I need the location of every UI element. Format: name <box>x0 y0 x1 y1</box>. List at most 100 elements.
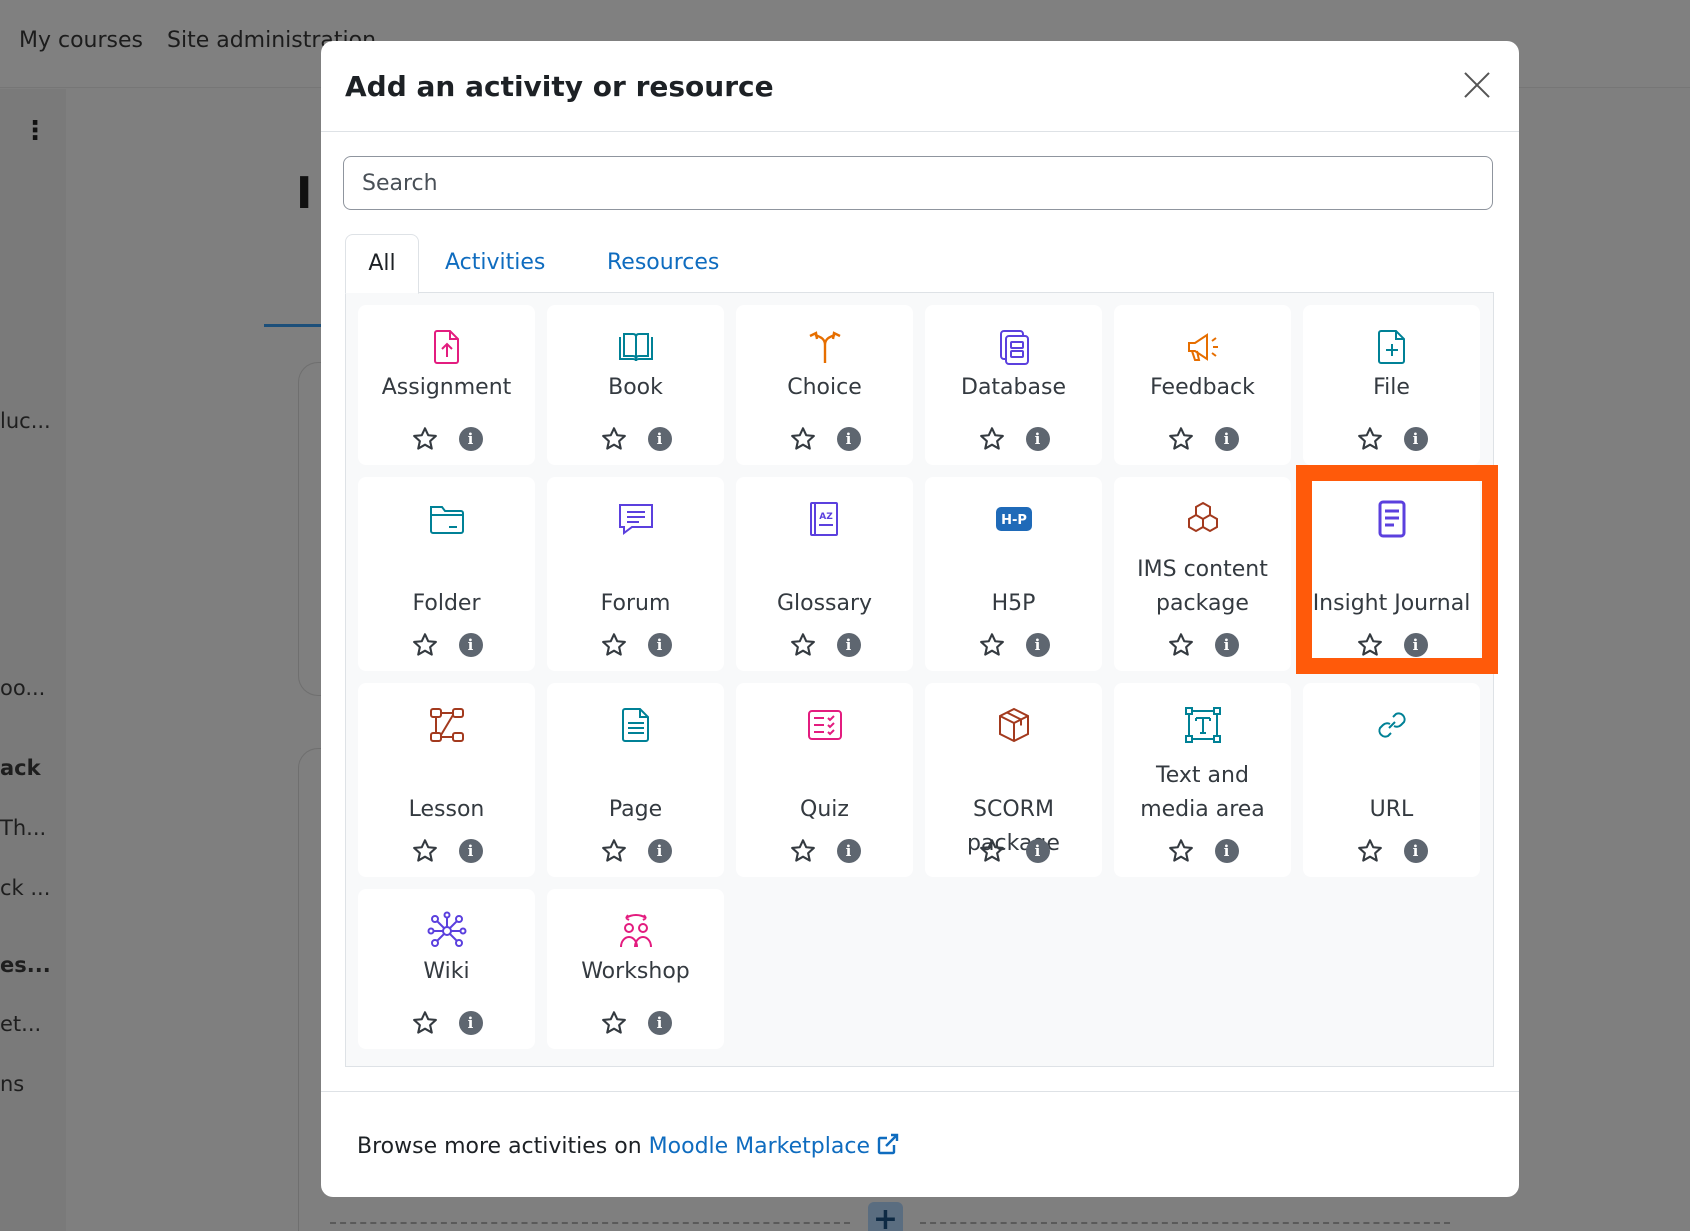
info-icon[interactable]: i <box>1214 633 1239 657</box>
info-icon[interactable]: i <box>1025 839 1050 863</box>
info-icon[interactable]: i <box>836 427 861 451</box>
star-icon[interactable] <box>978 837 1006 865</box>
star-icon[interactable] <box>1167 837 1195 865</box>
star-icon[interactable] <box>411 837 439 865</box>
close-button[interactable] <box>1459 67 1495 103</box>
nav-my-courses[interactable]: My courses <box>19 28 143 53</box>
activity-card-file[interactable]: File i <box>1303 305 1480 465</box>
tab-resources[interactable]: Resources <box>607 234 719 294</box>
star-icon[interactable] <box>789 425 817 453</box>
search-input[interactable] <box>343 156 1493 210</box>
star-icon[interactable] <box>411 425 439 453</box>
activity-name: Feedback <box>1150 375 1255 400</box>
assignment-icon <box>427 327 467 367</box>
activity-card-database[interactable]: Database i <box>925 305 1102 465</box>
info-icon[interactable]: i <box>458 427 483 451</box>
activity-chooser-modal: Add an activity or resource All Activiti… <box>321 41 1519 1197</box>
info-icon[interactable]: i <box>1025 427 1050 451</box>
activity-card-scorm-package[interactable]: SCORM package i <box>925 683 1102 877</box>
info-icon[interactable]: i <box>458 839 483 863</box>
choice-icon <box>805 327 845 367</box>
divider <box>330 1222 850 1224</box>
info-icon[interactable]: i <box>836 839 861 863</box>
star-icon[interactable] <box>1356 837 1384 865</box>
activity-card-choice[interactable]: Choice i <box>736 305 913 465</box>
card-actions: i <box>1303 425 1480 453</box>
star-icon[interactable] <box>411 1009 439 1037</box>
star-icon[interactable] <box>1356 631 1384 659</box>
info-icon[interactable]: i <box>647 1011 672 1035</box>
activity-card-feedback[interactable]: Feedback i <box>1114 305 1291 465</box>
kebab-menu-icon[interactable]: ⋮ <box>22 118 48 144</box>
info-icon[interactable]: i <box>458 1011 483 1035</box>
tab-activities[interactable]: Activities <box>445 234 545 294</box>
marketplace-link-label: Moodle Marketplace <box>648 1134 870 1159</box>
card-actions: i <box>925 837 1102 865</box>
activity-name: Forum <box>600 591 671 616</box>
activity-name: Choice <box>787 375 862 400</box>
star-icon[interactable] <box>1167 631 1195 659</box>
activity-card-forum[interactable]: Forum i <box>547 477 724 671</box>
star-icon[interactable] <box>600 837 628 865</box>
info-icon[interactable]: i <box>1403 839 1428 863</box>
info-icon[interactable]: i <box>1403 633 1428 657</box>
index-item: luc... <box>0 409 51 433</box>
activity-card-workshop[interactable]: Workshop i <box>547 889 724 1049</box>
modal-footer: Browse more activities on Moodle Marketp… <box>321 1091 1519 1197</box>
info-icon[interactable]: i <box>836 633 861 657</box>
info-icon[interactable]: i <box>1403 427 1428 451</box>
info-icon[interactable]: i <box>1025 633 1050 657</box>
star-icon[interactable] <box>789 631 817 659</box>
index-item: ck ... <box>0 876 51 900</box>
activity-card-wiki[interactable]: Wiki i <box>358 889 535 1049</box>
marketplace-link[interactable]: Moodle Marketplace <box>648 1133 900 1159</box>
info-icon[interactable]: i <box>1214 839 1239 863</box>
h5p-icon: H-P <box>994 499 1034 539</box>
book-icon <box>616 327 656 367</box>
svg-text:H-P: H-P <box>1001 513 1027 528</box>
star-icon[interactable] <box>1167 425 1195 453</box>
activity-card-folder[interactable]: Folder i <box>358 477 535 671</box>
card-actions: i <box>547 631 724 659</box>
activity-card-page[interactable]: Page i <box>547 683 724 877</box>
activity-name: Book <box>608 375 663 400</box>
tab-all[interactable]: All <box>345 234 419 294</box>
activity-card-ims-content-package[interactable]: IMS content package i <box>1114 477 1291 671</box>
file-icon <box>1372 327 1412 367</box>
star-icon[interactable] <box>1356 425 1384 453</box>
info-icon[interactable]: i <box>458 633 483 657</box>
star-icon[interactable] <box>600 631 628 659</box>
divider <box>920 1222 1450 1224</box>
activity-card-text-and-media-area[interactable]: Text and media area i <box>1114 683 1291 877</box>
page-title-fragment: I <box>296 168 313 219</box>
activity-card-glossary[interactable]: AZ Glossary i <box>736 477 913 671</box>
card-actions: i <box>1303 631 1480 659</box>
info-icon[interactable]: i <box>647 427 672 451</box>
star-icon[interactable] <box>978 425 1006 453</box>
activity-card-url[interactable]: URL i <box>1303 683 1480 877</box>
text-media-icon <box>1183 705 1223 745</box>
card-actions: i <box>358 1009 535 1037</box>
index-section: es... <box>0 953 51 977</box>
activity-card-h5p[interactable]: H-P H5P i <box>925 477 1102 671</box>
info-icon[interactable]: i <box>647 839 672 863</box>
card-actions: i <box>925 631 1102 659</box>
card-actions: i <box>1114 837 1291 865</box>
activity-card-assignment[interactable]: Assignment i <box>358 305 535 465</box>
info-icon[interactable]: i <box>647 633 672 657</box>
activity-card-book[interactable]: Book i <box>547 305 724 465</box>
star-icon[interactable] <box>600 1009 628 1037</box>
info-icon[interactable]: i <box>1214 427 1239 451</box>
activity-card-lesson[interactable]: Lesson i <box>358 683 535 877</box>
star-icon[interactable] <box>789 837 817 865</box>
url-icon <box>1372 705 1412 745</box>
activity-card-insight-journal[interactable]: Insight Journal i <box>1303 477 1480 671</box>
activity-card-quiz[interactable]: Quiz i <box>736 683 913 877</box>
add-section-icon[interactable]: + <box>868 1202 903 1231</box>
star-icon[interactable] <box>600 425 628 453</box>
scorm-icon <box>994 705 1034 745</box>
star-icon[interactable] <box>411 631 439 659</box>
external-link-icon <box>877 1133 899 1155</box>
card-actions: i <box>1303 837 1480 865</box>
star-icon[interactable] <box>978 631 1006 659</box>
